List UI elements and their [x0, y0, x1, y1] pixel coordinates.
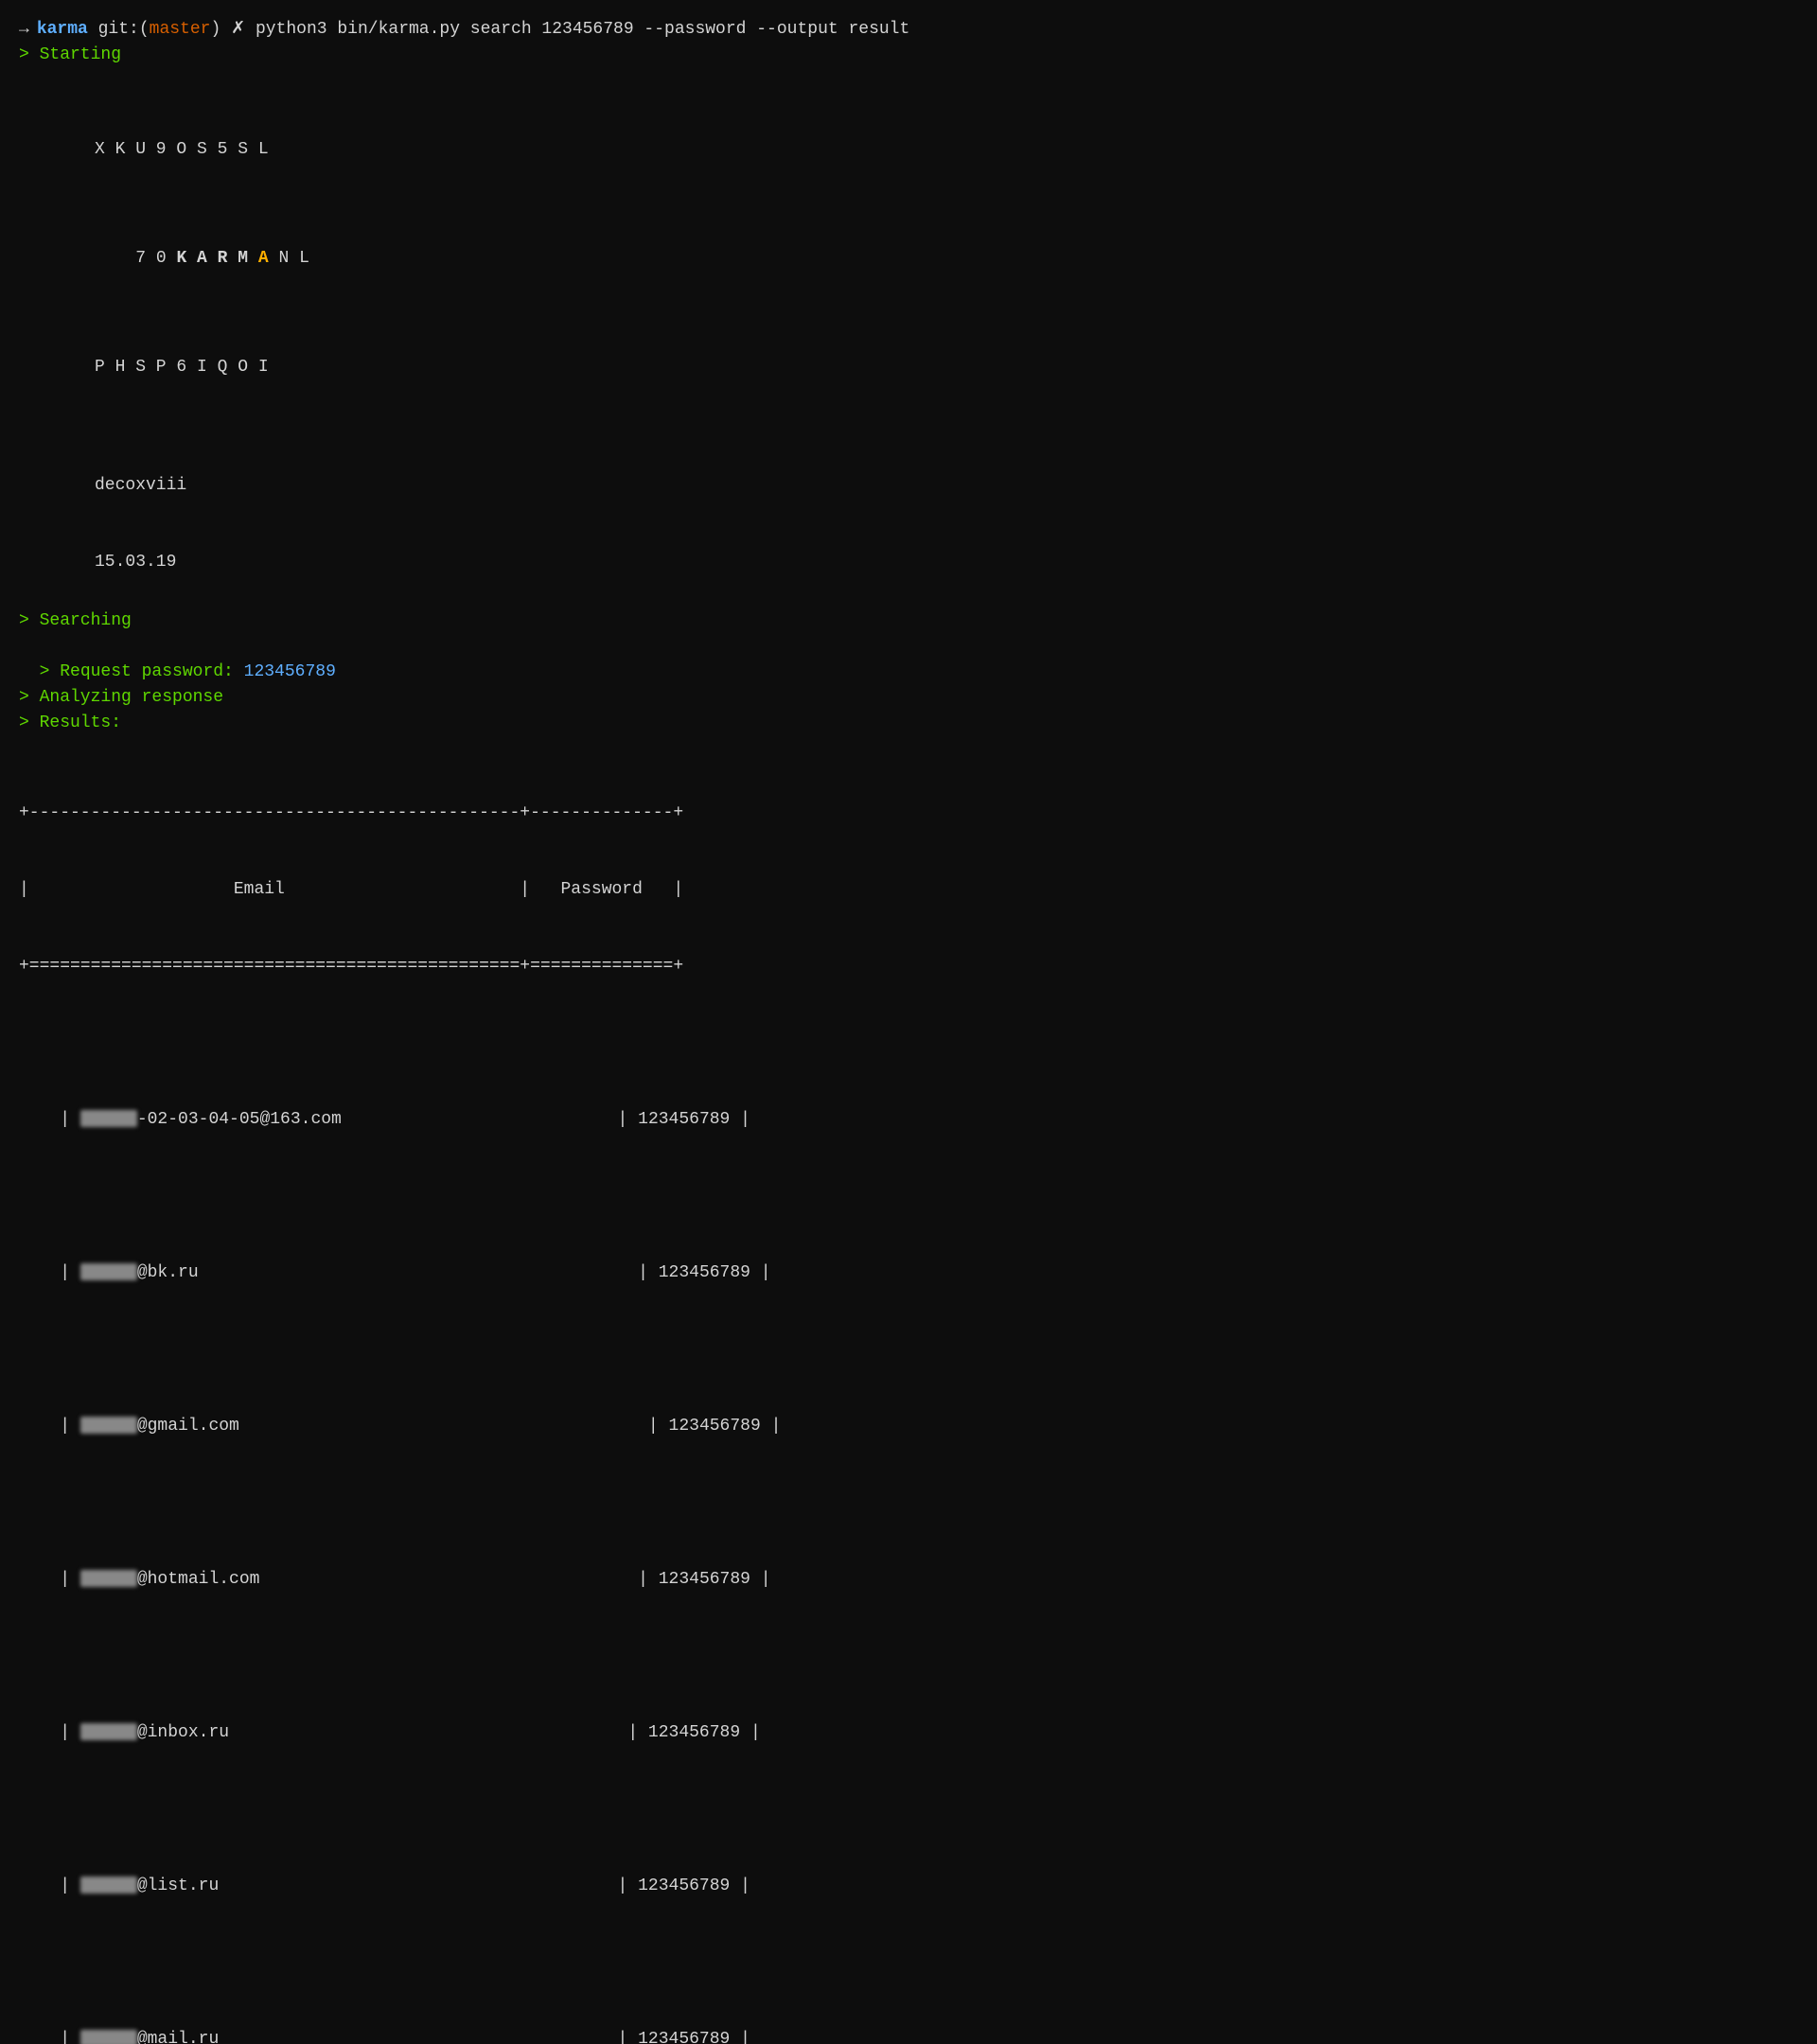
blurred-email-1 — [80, 1110, 137, 1127]
info-block: decoxviii 15.03.19 — [95, 422, 1798, 601]
blurred-email-5 — [80, 1723, 137, 1740]
status-searching: > Searching — [19, 608, 1798, 634]
status-analyzing: > Analyzing response — [19, 685, 1798, 711]
logo-k: K — [176, 249, 186, 268]
logo-line2: 7 0 K A R M A N L — [95, 218, 1798, 299]
prompt-arrow: → — [19, 17, 29, 43]
table-row: | @hotmail.com | 123456789 | — [19, 1542, 1798, 1618]
table-row: | @gmail.com | 123456789 | — [19, 1388, 1798, 1465]
info-line1: decoxviii — [95, 473, 1798, 499]
logo-line1: X K U 9 O S 5 S L — [95, 136, 1798, 164]
prompt-line: → karma git: ( master ) ✗ python3 bin/ka… — [19, 17, 1798, 43]
status-results: > Results: — [19, 711, 1798, 736]
blurred-email-3 — [80, 1417, 137, 1434]
table-separator-header: +=======================================… — [19, 954, 1798, 979]
table-row: | -02-03-04-05@163.com | 123456789 | — [19, 1082, 1798, 1158]
table-row: | @list.ru | 123456789 | — [19, 1848, 1798, 1925]
git-x: ✗ — [221, 17, 256, 43]
info-line2: 15.03.19 — [95, 550, 1798, 575]
status-password: > Request password: 123456789 — [19, 634, 1798, 685]
git-label: git: — [88, 17, 139, 43]
table-row: | @bk.ru | 123456789 | — [19, 1235, 1798, 1312]
git-branch: master — [150, 17, 211, 43]
table-row: | @mail.ru | 123456789 | — [19, 2001, 1798, 2044]
results-table: +---------------------------------------… — [19, 749, 1798, 2044]
git-paren-close: ) — [210, 17, 221, 43]
status-starting: > Starting — [19, 43, 1798, 68]
table-separator-top: +---------------------------------------… — [19, 801, 1798, 826]
table-row: | @inbox.ru | 123456789 | — [19, 1695, 1798, 1771]
blurred-email-6 — [80, 1877, 137, 1894]
dir-name: karma — [37, 17, 88, 43]
blurred-email-7 — [80, 2030, 137, 2044]
table-header: | Email | Password | — [19, 877, 1798, 903]
logo-block: X K U 9 O S 5 S L 7 0 K A R M A N L P H … — [95, 81, 1798, 409]
command-text: python3 bin/karma.py search 123456789 --… — [256, 17, 909, 43]
blurred-email-4 — [80, 1570, 137, 1587]
logo-line3: P H S P 6 I Q O I — [95, 354, 1798, 381]
blurred-email-2 — [80, 1263, 137, 1280]
git-paren-open: ( — [139, 17, 150, 43]
